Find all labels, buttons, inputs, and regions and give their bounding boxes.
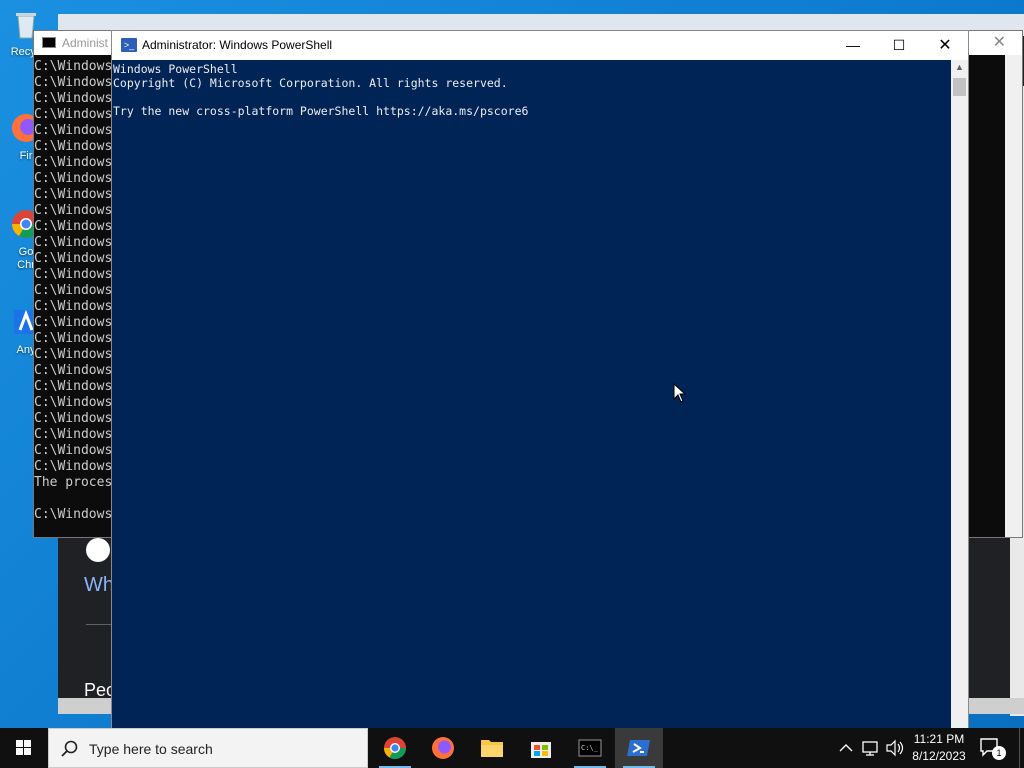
- taskbar-store[interactable]: [517, 728, 565, 768]
- cmd-scrollbar[interactable]: [1005, 55, 1022, 537]
- powershell-title-bar[interactable]: >_ Administrator: Windows PowerShell — ☐…: [112, 31, 968, 60]
- chevron-up-icon: [839, 744, 853, 752]
- search-placeholder: Type here to search: [89, 741, 213, 757]
- minimize-button[interactable]: —: [830, 31, 876, 60]
- store-icon: [531, 742, 551, 758]
- window-title: Administrator: Windows PowerShell: [142, 38, 333, 52]
- taskbar-cmd[interactable]: C:\_: [566, 728, 614, 768]
- show-hidden-icons-button[interactable]: [838, 728, 854, 768]
- console-line: Windows PowerShell: [113, 62, 238, 76]
- powershell-console[interactable]: Windows PowerShell Copyright (C) Microsof…: [112, 60, 952, 728]
- show-desktop-button[interactable]: [1019, 728, 1024, 768]
- powershell-window[interactable]: >_ Administrator: Windows PowerShell — ☐…: [111, 30, 969, 728]
- firefox-icon: [432, 737, 454, 759]
- system-clock[interactable]: 11:21 PM 8/12/2023: [904, 731, 974, 765]
- clock-time: 11:21 PM: [913, 732, 965, 746]
- windows-logo-icon: [16, 740, 31, 755]
- taskbar-file-explorer[interactable]: [468, 728, 516, 768]
- console-line: Try the new cross-platform PowerShell ht…: [113, 104, 529, 118]
- close-button[interactable]: ✕: [922, 31, 968, 60]
- cmd-icon: C:\_: [578, 739, 602, 757]
- action-center-button[interactable]: 1: [978, 736, 1006, 760]
- file-explorer-icon: [481, 740, 503, 757]
- taskbar-powershell[interactable]: [615, 728, 663, 768]
- powershell-icon: >_: [121, 38, 137, 52]
- clock-date: 8/12/2023: [912, 749, 966, 763]
- network-status[interactable]: [860, 728, 882, 768]
- close-icon[interactable]: ✕: [993, 31, 1006, 55]
- cmd-icon: [42, 37, 56, 48]
- notification-count-badge: 1: [992, 746, 1006, 760]
- taskbar: Type here to search C:\_ 11:21 PM 8/12/2…: [0, 728, 1024, 768]
- taskbar-firefox[interactable]: [419, 728, 467, 768]
- network-icon: [862, 741, 878, 756]
- svg-text:C:\_: C:\_: [581, 744, 599, 752]
- search-icon: [61, 740, 78, 757]
- volume-control[interactable]: [884, 728, 906, 768]
- powershell-vertical-scrollbar[interactable]: ▲: [951, 60, 968, 728]
- powershell-icon: [627, 740, 650, 756]
- desktop: Recyc Fir Go Chr Any ✕ ol Wh Pe: [0, 0, 1024, 728]
- scrollbar-thumb[interactable]: [953, 78, 966, 96]
- taskbar-chrome[interactable]: [371, 728, 419, 768]
- site-logo-icon: [86, 538, 110, 562]
- scroll-up-icon[interactable]: ▲: [955, 62, 964, 72]
- browser-heading: Wh: [84, 574, 114, 596]
- cmd-title: Administ: [62, 36, 109, 50]
- console-line: Copyright (C) Microsoft Corporation. All…: [113, 76, 508, 90]
- chrome-icon: [384, 737, 406, 759]
- maximize-button[interactable]: ☐: [876, 31, 922, 60]
- start-button[interactable]: [0, 728, 48, 768]
- volume-icon: [886, 739, 904, 757]
- taskbar-search-box[interactable]: Type here to search: [48, 728, 368, 768]
